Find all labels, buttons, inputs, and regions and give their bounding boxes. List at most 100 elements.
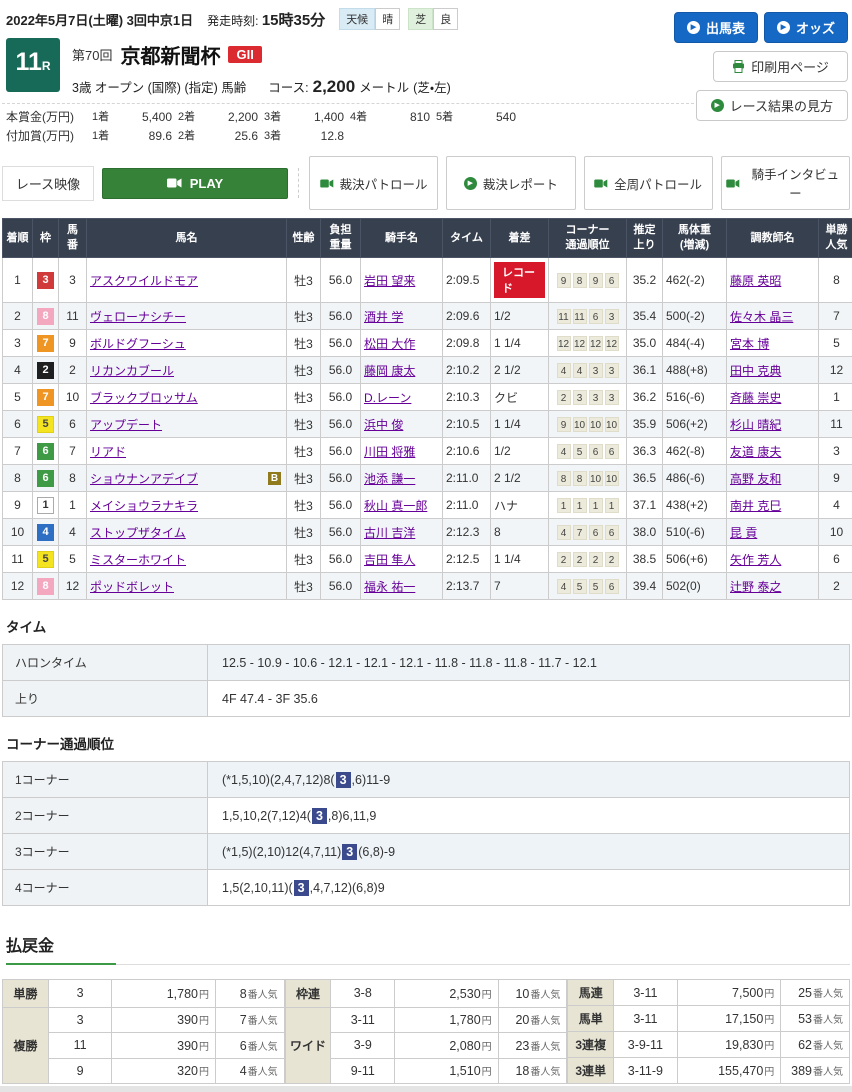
carried-weight: 56.0 — [321, 303, 361, 330]
video-button[interactable]: 裁決パトロール — [309, 156, 438, 210]
payout-amount: 1,510円 — [395, 1058, 499, 1083]
horse-name-link[interactable]: メイショウラナキラ — [90, 499, 198, 513]
video-button-label: 騎手インタビュー — [746, 164, 845, 202]
jockey-link[interactable]: 川田 将雅 — [364, 445, 415, 459]
trainer-link[interactable]: 昆 貢 — [730, 526, 757, 540]
margin-cell: 1/2 — [491, 303, 549, 330]
corner-position: 10 — [589, 417, 603, 432]
trainer-link[interactable]: 辻野 泰之 — [730, 580, 781, 594]
corner-position: 11 — [573, 309, 587, 324]
course-unit: メートル — [359, 77, 409, 96]
jockey-link[interactable]: 岩田 望来 — [364, 274, 415, 288]
corner-position: 1 — [573, 498, 587, 513]
entries-button[interactable]: ▶ 出馬表 — [674, 12, 758, 43]
payout-combination: 3-9-11 — [614, 1032, 678, 1058]
corner-row-label: 3コーナー — [3, 834, 208, 870]
yen-suffix: 円 — [482, 990, 492, 1001]
horse-name-cell: ストップザタイム — [87, 519, 287, 546]
video-button[interactable]: 全周パトロール — [584, 156, 713, 210]
video-button[interactable]: ▶裁決レポート — [446, 156, 575, 210]
corner-position: 3 — [589, 390, 603, 405]
jockey-cell: 浜中 俊 — [361, 411, 443, 438]
trainer-link[interactable]: 宮本 博 — [730, 337, 769, 351]
last-3f: 38.0 — [627, 519, 663, 546]
jockey-link[interactable]: 池添 謙一 — [364, 472, 415, 486]
print-page-button[interactable]: 印刷用ページ — [713, 51, 848, 82]
bet-type-label: 枠連 — [285, 980, 331, 1008]
trainer-link[interactable]: 高野 友和 — [730, 472, 781, 486]
corner-position: 3 — [605, 363, 619, 378]
horse-name-link[interactable]: リカンカブール — [90, 364, 174, 378]
win-favorite-rank: 8 — [819, 258, 852, 303]
horse-name-link[interactable]: ストップザタイム — [90, 526, 186, 540]
horse-weight: 462(-2) — [663, 258, 727, 303]
order-text: ,4,7,12)(6,8)9 — [310, 881, 385, 895]
sex-age: 牡3 — [287, 465, 321, 492]
bracket-cell: 2 — [33, 357, 59, 384]
payout-amount: 1,780円 — [395, 1007, 499, 1032]
jockey-link[interactable]: 古川 吉洋 — [364, 526, 415, 540]
jockey-link[interactable]: 酒井 学 — [364, 310, 403, 324]
corner-position: 9 — [589, 273, 603, 288]
corner-position: 5 — [573, 579, 587, 594]
payout-tables: 単勝31,780円8番人気複勝3390円7番人気11390円6番人気9320円4… — [2, 979, 850, 1084]
horse-name-link[interactable]: ショウナンアデイブ — [90, 472, 198, 486]
prize-rank-label: 3着 — [264, 109, 294, 127]
horse-name-link[interactable]: ミスターホワイト — [90, 553, 186, 567]
trainer-link[interactable]: 南井 克巳 — [730, 499, 781, 513]
trainer-link[interactable]: 友道 康夫 — [730, 445, 781, 459]
trainer-link[interactable]: 杉山 晴紀 — [730, 418, 781, 432]
trainer-link[interactable]: 藤原 英昭 — [730, 274, 781, 288]
bracket-number: 5 — [37, 416, 54, 433]
odds-button[interactable]: ▶ オッズ — [764, 12, 848, 43]
horse-weight: 488(+8) — [663, 357, 727, 384]
jockey-link[interactable]: 松田 大作 — [364, 337, 415, 351]
result-guide-button[interactable]: ▶ レース結果の見方 — [696, 90, 848, 121]
result-row: 1155ミスターホワイト牡356.0吉田 隼人2:12.51 1/4222238… — [3, 546, 852, 573]
prize-value: 12.8 — [294, 127, 350, 146]
win-favorite-rank: 9 — [819, 465, 852, 492]
video-button[interactable]: 騎手インタビュー — [721, 156, 850, 210]
trainer-link[interactable]: 佐々木 晶三 — [730, 310, 793, 324]
payout-favorite-rank: 20番人気 — [498, 1007, 567, 1032]
jockey-link[interactable]: D.レーン — [364, 391, 411, 405]
win-favorite-rank: 10 — [819, 519, 852, 546]
payout-combination: 3-11 — [614, 980, 678, 1006]
jockey-link[interactable]: 浜中 俊 — [364, 418, 403, 432]
horse-name-link[interactable]: ボルドグフーシュ — [90, 337, 186, 351]
printer-icon — [732, 60, 745, 73]
horse-name-link[interactable]: ブラックブロッサム — [90, 391, 198, 405]
result-row: 379ボルドグフーシュ牡356.0松田 大作2:09.81 1/41212121… — [3, 330, 852, 357]
corner-position: 9 — [557, 417, 571, 432]
favorite-suffix: 番人気 — [813, 989, 843, 1000]
yen-suffix: 円 — [482, 1016, 492, 1027]
horse-number: 5 — [59, 546, 87, 573]
trainer-link[interactable]: 斉藤 崇史 — [730, 391, 781, 405]
corner-positions: 4766 — [549, 519, 627, 546]
trainer-link[interactable]: 矢作 芳人 — [730, 553, 781, 567]
horse-weight: 506(+2) — [663, 411, 727, 438]
trainer-link[interactable]: 田中 克典 — [730, 364, 781, 378]
jockey-link[interactable]: 吉田 隼人 — [364, 553, 415, 567]
horse-name-link[interactable]: リアド — [90, 445, 126, 459]
result-row: 656アップデート牡356.0浜中 俊2:10.51 1/4910101035.… — [3, 411, 852, 438]
play-button[interactable]: PLAY — [102, 168, 288, 199]
trainer-cell: 斉藤 崇史 — [727, 384, 819, 411]
horse-weight: 462(-8) — [663, 438, 727, 465]
column-header: コーナー 通過順位 — [549, 219, 627, 258]
horse-name-link[interactable]: ポッドボレット — [90, 580, 174, 594]
horse-name-link[interactable]: アスクワイルドモア — [90, 274, 198, 288]
horse-name-link[interactable]: ヴェローナシチー — [90, 310, 186, 324]
course-note: (芝・左) — [413, 77, 451, 96]
jockey-link[interactable]: 福永 祐一 — [364, 580, 415, 594]
race-video-label: レース映像 — [2, 166, 94, 201]
margin-cell: 1 1/4 — [491, 411, 549, 438]
column-header: 着差 — [491, 219, 549, 258]
horse-name-link[interactable]: アップデート — [90, 418, 162, 432]
payout-amount: 7,500円 — [677, 980, 781, 1006]
jockey-link[interactable]: 秋山 真一郎 — [364, 499, 427, 513]
jockey-link[interactable]: 藤岡 康太 — [364, 364, 415, 378]
payout-favorite-rank: 25番人気 — [781, 980, 850, 1006]
horse-number: 9 — [59, 330, 87, 357]
corner-position: 5 — [573, 444, 587, 459]
